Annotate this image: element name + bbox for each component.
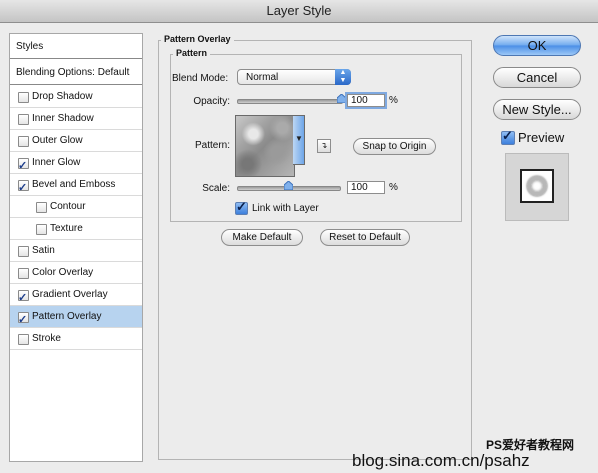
window-title: Layer Style: [266, 3, 332, 18]
sidebar-checkbox[interactable]: ✓: [18, 180, 29, 194]
sidebar-checkbox[interactable]: [36, 224, 47, 235]
preview-ring-icon: [527, 176, 547, 196]
sidebar-item-label: Satin: [32, 245, 55, 256]
link-with-layer-label: Link with Layer: [252, 203, 319, 214]
snap-to-origin-button[interactable]: Snap to Origin: [353, 138, 436, 155]
ok-button[interactable]: OK: [493, 35, 581, 56]
sidebar-item-pattern-overlay[interactable]: ✓ Pattern Overlay: [10, 306, 142, 328]
sidebar-item-drop-shadow[interactable]: Drop Shadow: [10, 86, 142, 108]
link-with-layer-checkbox[interactable]: ✓: [235, 199, 248, 215]
sidebar-item-label: Contour: [50, 201, 86, 212]
sidebar-item-label: Color Overlay: [32, 267, 94, 278]
sidebar-item-label: Texture: [50, 223, 83, 234]
section-title: Pattern: [173, 48, 211, 58]
watermark-url: blog.sina.com.cn/psahz: [352, 451, 530, 470]
sidebar-item-label: Outer Glow: [32, 135, 83, 146]
sidebar-item-satin[interactable]: Satin: [10, 240, 142, 262]
group-title: Pattern Overlay: [161, 34, 234, 44]
window-titlebar: Layer Style: [0, 0, 598, 23]
sidebar-checkbox[interactable]: [18, 114, 29, 125]
opacity-slider[interactable]: [237, 99, 343, 104]
sidebar-checkbox[interactable]: [18, 268, 29, 279]
sidebar-checkbox[interactable]: ✓: [18, 158, 29, 172]
preview-checkbox[interactable]: ✓: [501, 128, 515, 145]
sidebar-item-texture[interactable]: Texture: [10, 218, 142, 240]
sidebar-item-label: Bevel and Emboss: [32, 179, 116, 190]
opacity-label: Opacity:: [193, 96, 230, 107]
sidebar-item-label: Stroke: [32, 333, 61, 344]
sidebar-item-label: Pattern Overlay: [32, 311, 102, 322]
opacity-input[interactable]: 100: [347, 94, 385, 107]
chevron-updown-icon: ▲ ▼: [335, 69, 351, 85]
sidebar-item-inner-glow[interactable]: ✓ Inner Glow: [10, 152, 142, 174]
blend-mode-select[interactable]: Normal ▲ ▼: [237, 69, 351, 85]
scale-slider-thumb[interactable]: [284, 181, 293, 190]
preview-thumbnail: [520, 169, 554, 203]
sidebar-item-gradient-overlay[interactable]: ✓ Gradient Overlay: [10, 284, 142, 306]
cancel-button[interactable]: Cancel: [493, 67, 581, 88]
sidebar-item-inner-shadow[interactable]: Inner Shadow: [10, 108, 142, 130]
sidebar-item-label: Drop Shadow: [32, 91, 93, 102]
new-preset-icon[interactable]: ↴: [317, 139, 331, 153]
pattern-swatch[interactable]: [235, 115, 295, 177]
preview-label: Preview: [518, 130, 565, 145]
sidebar-checkbox[interactable]: ✓: [18, 290, 29, 304]
pattern-label: Pattern:: [194, 140, 230, 151]
sidebar-styles-header[interactable]: Styles: [10, 34, 142, 59]
checkmark-icon: ✓: [236, 199, 247, 214]
opacity-slider-thumb[interactable]: [337, 94, 346, 103]
make-default-button[interactable]: Make Default: [221, 229, 303, 246]
pattern-picker-button[interactable]: ▼: [293, 115, 305, 165]
style-preview: [505, 153, 569, 221]
new-style-button[interactable]: New Style...: [493, 99, 581, 120]
sidebar-item-outer-glow[interactable]: Outer Glow: [10, 130, 142, 152]
sidebar-styles-label: Styles: [16, 41, 44, 52]
blend-mode-value: Normal: [246, 72, 279, 83]
sidebar-checkbox[interactable]: ✓: [18, 312, 29, 326]
sidebar-checkbox[interactable]: [18, 92, 29, 103]
reset-to-default-button[interactable]: Reset to Default: [320, 229, 410, 246]
checkmark-icon: ✓: [502, 128, 513, 143]
sidebar-item-bevel-and-emboss[interactable]: ✓ Bevel and Emboss: [10, 174, 142, 196]
sidebar-item-contour[interactable]: Contour: [10, 196, 142, 218]
sidebar-blending-options[interactable]: Blending Options: Default: [10, 60, 142, 85]
sidebar-item-label: Inner Shadow: [32, 113, 94, 124]
styles-sidebar: Styles Blending Options: Default Drop Sh…: [9, 33, 143, 462]
sidebar-blending-label: Blending Options: Default: [16, 67, 130, 78]
sidebar-item-label: Inner Glow: [32, 157, 81, 168]
sidebar-item-stroke[interactable]: Stroke: [10, 328, 142, 350]
sidebar-checkbox[interactable]: [18, 334, 29, 345]
sidebar-checkbox[interactable]: [18, 246, 29, 257]
sidebar-item-color-overlay[interactable]: Color Overlay: [10, 262, 142, 284]
chevron-down-icon: ▼: [295, 134, 303, 143]
sidebar-item-label: Gradient Overlay: [32, 289, 108, 300]
sidebar-checkbox[interactable]: [36, 202, 47, 213]
scale-input[interactable]: 100: [347, 181, 385, 194]
scale-percent: %: [389, 182, 398, 193]
opacity-percent: %: [389, 95, 398, 106]
sidebar-checkbox[interactable]: [18, 136, 29, 147]
blend-mode-label: Blend Mode:: [172, 73, 229, 84]
scale-label: Scale:: [202, 183, 230, 194]
